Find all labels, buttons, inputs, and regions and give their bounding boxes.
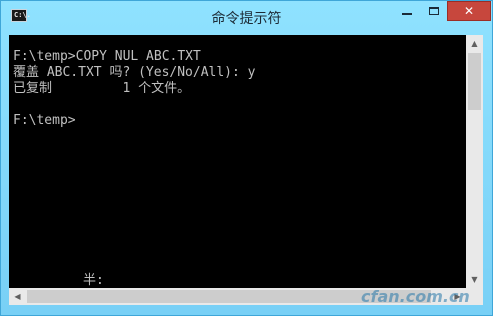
scroll-left-icon[interactable]: ◀: [9, 288, 26, 305]
close-icon: ✕: [463, 4, 475, 18]
console-line: F:\temp>COPY NUL ABC.TXT: [13, 49, 201, 64]
vertical-scroll-thumb[interactable]: [468, 53, 481, 110]
scroll-up-icon[interactable]: ▲: [466, 35, 483, 52]
close-button[interactable]: ✕: [447, 1, 491, 21]
scroll-down-icon[interactable]: ▼: [466, 271, 483, 288]
vertical-scrollbar[interactable]: ▲ ▼: [466, 35, 483, 288]
ime-status: 半:: [83, 273, 104, 288]
minimize-button[interactable]: [393, 1, 421, 21]
command-prompt-window: C:\. 命令提示符 ✕ F:\temp>COPY NUL ABC.TXT 覆盖…: [0, 0, 493, 316]
watermark-logo: cfan.com.cn: [361, 287, 470, 306]
console-line: 已复制 1 个文件。: [13, 81, 191, 96]
minimize-icon: [402, 13, 412, 15]
maximize-button[interactable]: [421, 1, 447, 21]
console-line-prompt: F:\temp>: [13, 113, 76, 128]
title-bar[interactable]: C:\. 命令提示符 ✕: [1, 1, 492, 34]
console-output[interactable]: F:\temp>COPY NUL ABC.TXT 覆盖 ABC.TXT 吗? (…: [9, 35, 466, 288]
maximize-icon: [429, 7, 439, 15]
console-line: 覆盖 ABC.TXT 吗? (Yes/No/All): y: [13, 65, 256, 80]
